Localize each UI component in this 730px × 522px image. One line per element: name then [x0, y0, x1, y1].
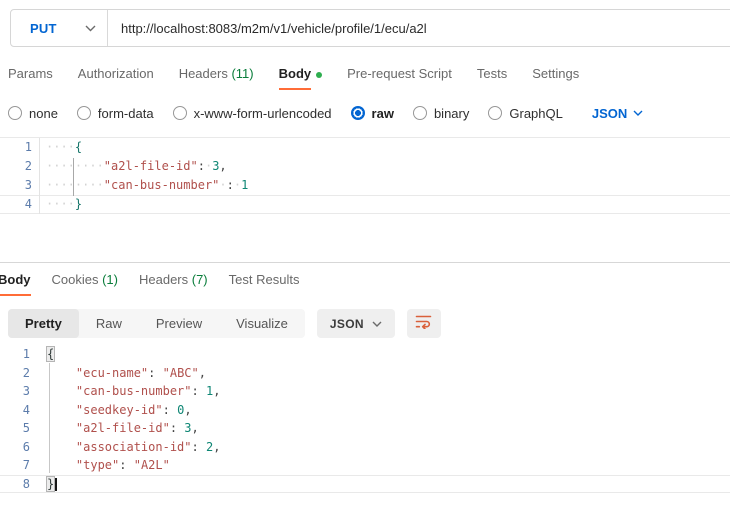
view-visualize[interactable]: Visualize: [219, 309, 305, 338]
tab-response-headers[interactable]: Headers (7): [139, 272, 208, 296]
tab-authorization[interactable]: Authorization: [78, 66, 154, 90]
radio-icon: [77, 106, 91, 120]
code-text: {: [40, 345, 54, 364]
chevron-down-icon: [372, 321, 382, 327]
line-number: 3: [0, 176, 40, 195]
line-number: 5: [0, 419, 40, 438]
code-line: 4····}: [0, 195, 730, 214]
url-input[interactable]: http://localhost:8083/m2m/v1/vehicle/pro…: [108, 10, 730, 46]
view-pretty[interactable]: Pretty: [8, 309, 79, 338]
indent-guide: [73, 158, 74, 196]
line-number: 1: [0, 345, 40, 364]
radio-binary[interactable]: binary: [413, 106, 469, 121]
line-number: 3: [0, 382, 40, 401]
code-text: "association-id": 2,: [40, 438, 220, 457]
code-line: 4 "seedkey-id": 0,: [0, 401, 730, 420]
request-url-bar: PUT http://localhost:8083/m2m/v1/vehicle…: [10, 9, 730, 47]
code-text: ····}: [40, 195, 82, 214]
code-text: "seedkey-id": 0,: [40, 401, 192, 420]
radio-graphql[interactable]: GraphQL: [488, 106, 562, 121]
code-text: "type": "A2L": [40, 456, 170, 475]
tab-cookies[interactable]: Cookies (1): [52, 272, 118, 296]
request-tabs: Params Authorization Headers (11) Body P…: [8, 66, 579, 92]
code-line: 6 "association-id": 2,: [0, 438, 730, 457]
code-text: "ecu-name": "ABC",: [40, 364, 206, 383]
line-number: 8: [0, 475, 40, 494]
method-label: PUT: [30, 21, 57, 36]
code-line: 8}: [0, 475, 730, 494]
cookies-count: (1): [102, 272, 118, 287]
response-headers-count: (7): [192, 272, 208, 287]
line-number: 6: [0, 438, 40, 457]
raw-language-dropdown[interactable]: JSON: [592, 106, 643, 121]
code-line: 2 "ecu-name": "ABC",: [0, 364, 730, 383]
response-language-dropdown[interactable]: JSON: [317, 309, 395, 338]
radio-x-www-form-urlencoded[interactable]: x-www-form-urlencoded: [173, 106, 332, 121]
radio-checked-icon: [351, 106, 365, 120]
code-line: 3········"can-bus-number"·:·1: [0, 176, 730, 195]
view-raw[interactable]: Raw: [79, 309, 139, 338]
body-mode-row: none form-data x-www-form-urlencoded raw…: [8, 101, 643, 125]
request-body-editor[interactable]: 1····{2········"a2l-file-id":·3,3·······…: [0, 137, 730, 214]
line-number: 2: [0, 364, 40, 383]
code-line: 3 "can-bus-number": 1,: [0, 382, 730, 401]
view-preview[interactable]: Preview: [139, 309, 219, 338]
chevron-down-icon: [85, 25, 96, 32]
radio-form-data[interactable]: form-data: [77, 106, 154, 121]
response-toolbar: Pretty Raw Preview Visualize JSON: [8, 309, 441, 338]
code-line: 1····{: [0, 138, 730, 157]
code-line: 2········"a2l-file-id":·3,: [0, 157, 730, 176]
line-number: 4: [0, 195, 40, 214]
method-selector[interactable]: PUT: [11, 10, 107, 46]
tab-response-body[interactable]: Body: [0, 272, 31, 296]
code-line: 7 "type": "A2L": [0, 456, 730, 475]
line-number: 1: [0, 138, 40, 157]
tab-pre-request-script[interactable]: Pre-request Script: [347, 66, 452, 90]
pane-divider[interactable]: [0, 262, 730, 263]
radio-icon: [488, 106, 502, 120]
line-number: 7: [0, 456, 40, 475]
line-number: 4: [0, 401, 40, 420]
tab-headers[interactable]: Headers (11): [179, 66, 254, 90]
tab-settings[interactable]: Settings: [532, 66, 579, 90]
radio-icon: [173, 106, 187, 120]
code-text: }: [40, 475, 57, 494]
radio-icon: [8, 106, 22, 120]
tab-tests[interactable]: Tests: [477, 66, 507, 90]
code-text: "a2l-file-id": 3,: [40, 419, 199, 438]
tab-test-results[interactable]: Test Results: [229, 272, 300, 296]
code-text: ····{: [40, 138, 82, 157]
wrap-lines-button[interactable]: [407, 309, 441, 338]
response-body-editor[interactable]: 1{2 "ecu-name": "ABC",3 "can-bus-number"…: [0, 345, 730, 493]
body-modified-dot-icon: [316, 72, 322, 78]
wrap-lines-icon: [415, 314, 432, 334]
radio-raw[interactable]: raw: [351, 106, 394, 121]
line-number: 2: [0, 157, 40, 176]
chevron-down-icon: [633, 110, 643, 116]
headers-count: (11): [231, 66, 253, 81]
code-line: 1{: [0, 345, 730, 364]
code-text: ········"a2l-file-id":·3,: [40, 157, 227, 176]
code-text: ········"can-bus-number"·:·1: [40, 176, 248, 195]
radio-icon: [413, 106, 427, 120]
response-tabs: Body Cookies (1) Headers (7) Test Result…: [0, 272, 299, 298]
tab-params[interactable]: Params: [8, 66, 53, 90]
response-view-switcher: Pretty Raw Preview Visualize: [8, 309, 305, 338]
indent-guide: [49, 363, 50, 473]
radio-none[interactable]: none: [8, 106, 58, 121]
tab-body[interactable]: Body: [279, 66, 323, 90]
code-text: "can-bus-number": 1,: [40, 382, 220, 401]
code-line: 5 "a2l-file-id": 3,: [0, 419, 730, 438]
